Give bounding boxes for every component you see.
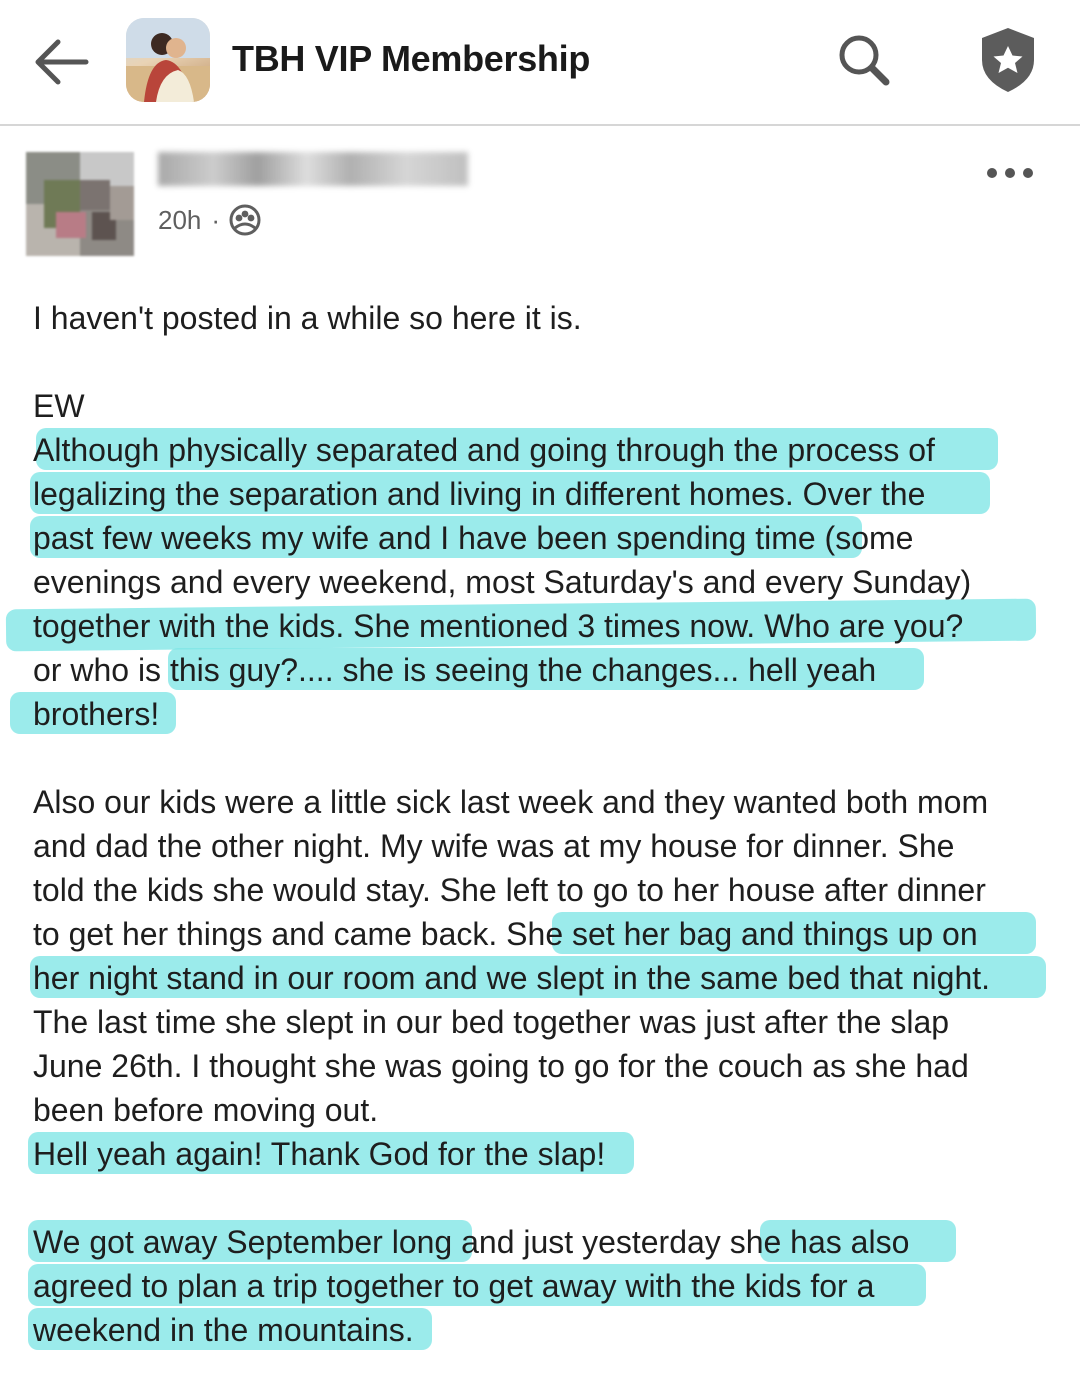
group-title[interactable]: TBH VIP Membership	[232, 38, 590, 80]
post-text-line: or who is this guy?.... she is seeing th…	[33, 652, 877, 688]
post-text-line: told the kids she would stay. She left t…	[33, 872, 986, 908]
author-avatar[interactable]	[26, 152, 134, 256]
post-body: I haven't posted in a while so here it i…	[33, 296, 1063, 1352]
more-options-button[interactable]	[982, 158, 1038, 188]
post-text-line: agreed to plan a trip together to get aw…	[33, 1268, 875, 1304]
post-text-line: Also our kids were a little sick last we…	[33, 784, 989, 820]
pixelated-avatar	[26, 152, 134, 256]
more-icon	[987, 168, 1033, 178]
search-icon	[839, 35, 890, 86]
search-button[interactable]	[832, 28, 896, 92]
back-button[interactable]	[30, 30, 94, 94]
group-photo	[126, 18, 210, 102]
post-text-line: evenings and every weekend, most Saturda…	[33, 564, 972, 600]
post-text-line: been before moving out.	[33, 1092, 379, 1128]
group-avatar[interactable]	[126, 18, 210, 102]
top-bar: TBH VIP Membership	[0, 0, 1080, 126]
post-text-line: to get her things and came back. She set…	[33, 916, 978, 952]
post-text-line: brothers!	[33, 696, 160, 732]
private-group-icon	[229, 204, 261, 236]
post-text-line: Hell yeah again! Thank God for the slap!	[33, 1136, 606, 1172]
post-text-line: her night stand in our room and we slept…	[33, 960, 991, 996]
post-text-line: legalizing the separation and living in …	[33, 476, 926, 512]
arrow-left-icon	[35, 39, 89, 85]
post-time[interactable]: 20h	[158, 205, 201, 236]
post-text-line: weekend in the mountains.	[33, 1312, 414, 1348]
author-name-redacted[interactable]	[158, 152, 468, 186]
post-text-line: I haven't posted in a while so here it i…	[33, 300, 582, 336]
admin-badge-button[interactable]	[974, 24, 1042, 96]
post-text-line: The last time she slept in our bed toget…	[33, 1004, 950, 1040]
post-text-line: past few weeks my wife and I have been s…	[33, 520, 914, 556]
meta-separator: ·	[211, 204, 221, 235]
shield-star-icon	[982, 28, 1034, 92]
post-text-line: Although physically separated and going …	[33, 432, 935, 468]
post-text-line: June 26th. I thought she was going to go…	[33, 1048, 969, 1084]
post-text-line: We got away September long and just yest…	[33, 1224, 910, 1260]
post-text-line: together with the kids. She mentioned 3 …	[33, 608, 964, 644]
post-text-line: and dad the other night. My wife was at …	[33, 828, 955, 864]
post-meta: 20h ·	[158, 200, 262, 240]
post-text-line: EW	[33, 388, 85, 424]
